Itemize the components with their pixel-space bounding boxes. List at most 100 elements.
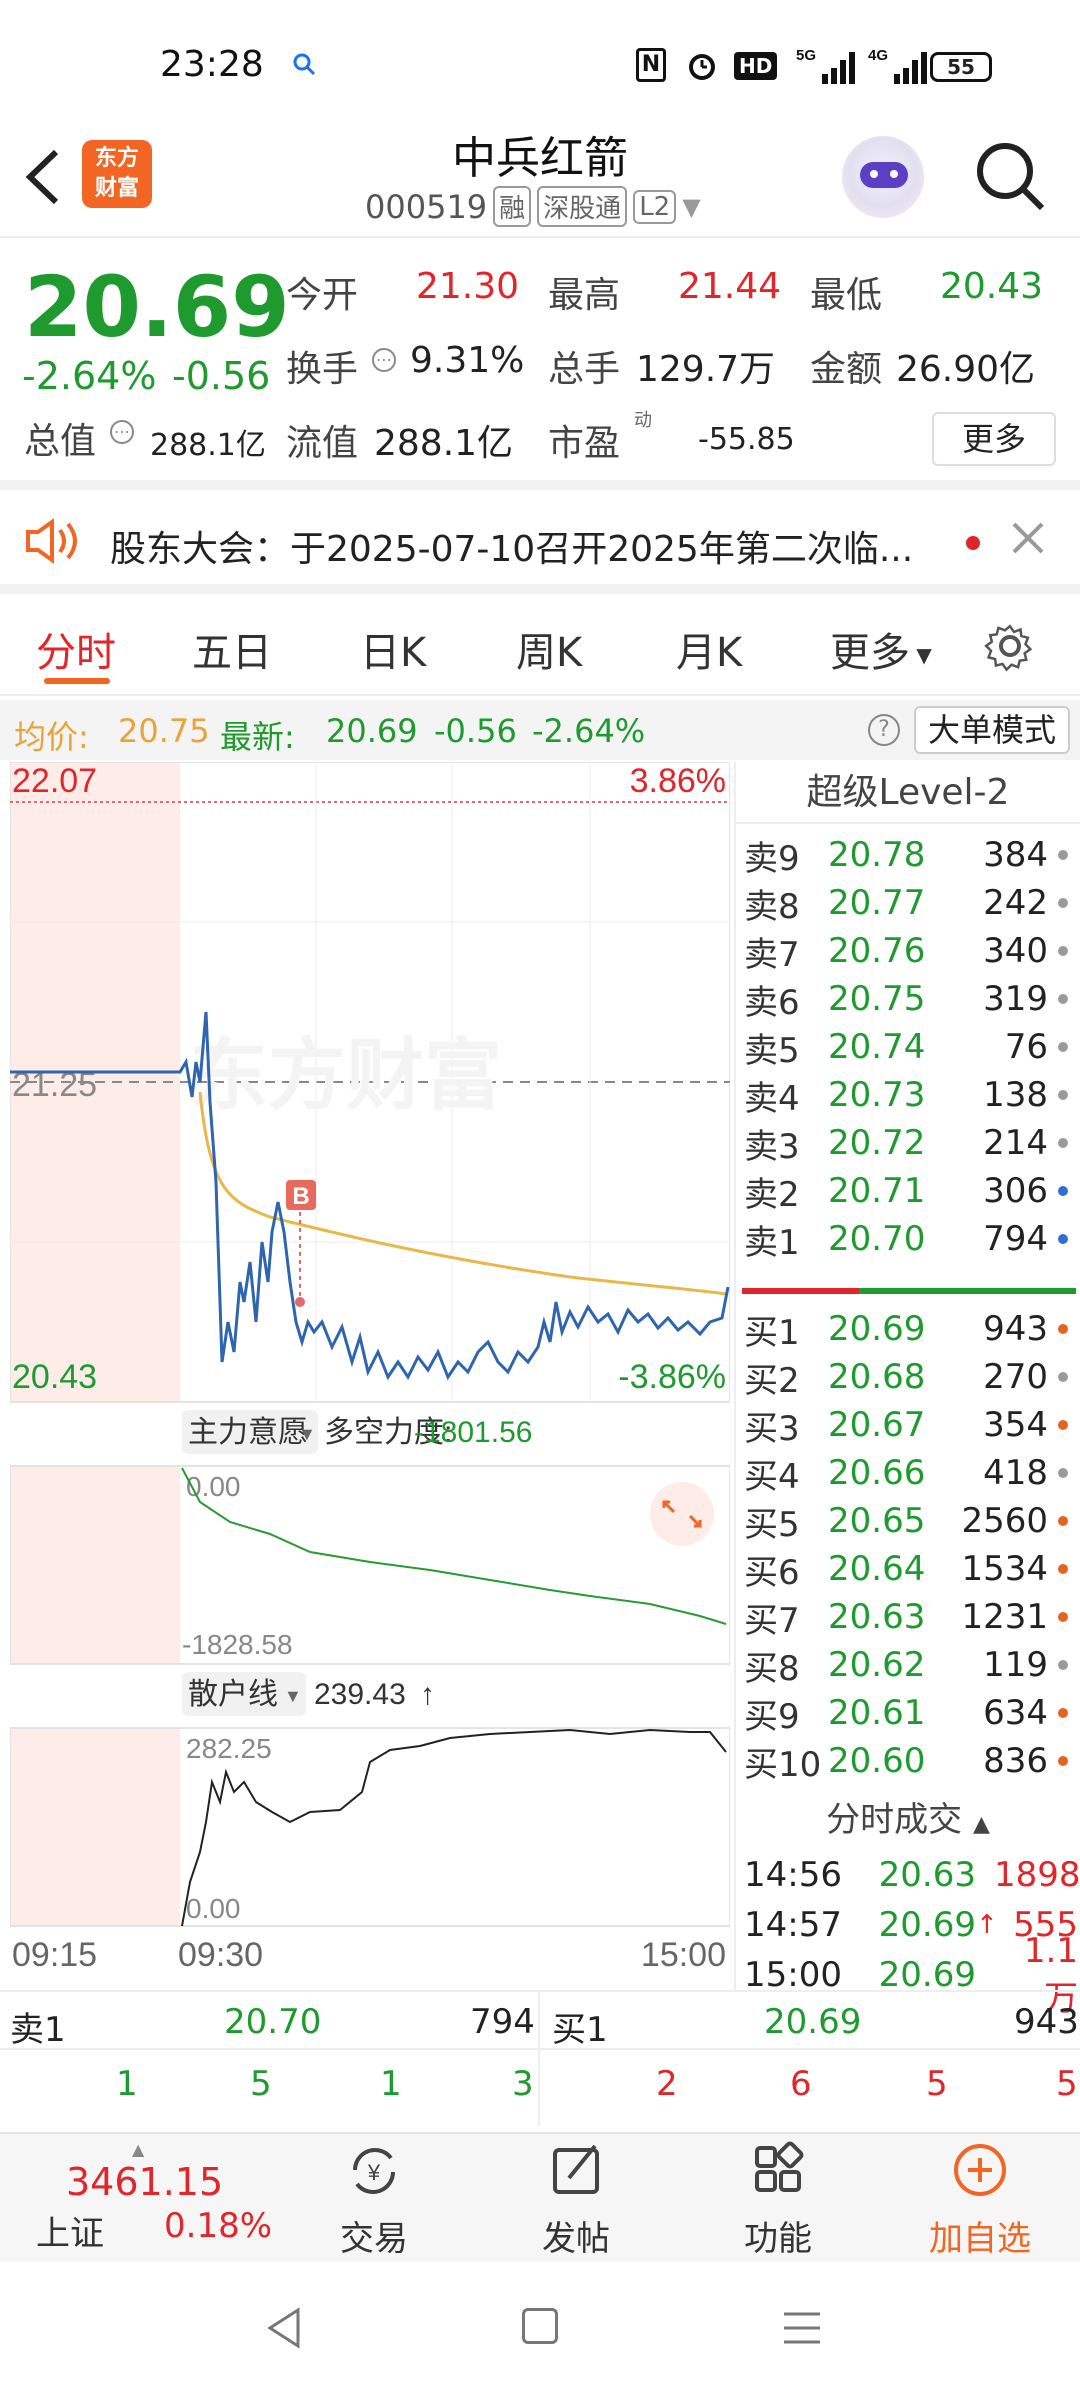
ask-price: 20.73 <box>828 1075 926 1115</box>
orderbook-title[interactable]: 超级Level-2 <box>736 762 1080 824</box>
bid-row[interactable]: 买1 20.69 943 <box>736 1306 1080 1353</box>
ask-volume: 384 <box>983 835 1048 875</box>
4g-signal-icon: 4G <box>868 46 930 90</box>
volume-label: 总手 <box>548 349 621 390</box>
speaker-icon <box>22 516 82 575</box>
ask-row[interactable]: 卖5 20.74 76 <box>736 1024 1080 1071</box>
ask-row[interactable]: 卖7 20.76 340 <box>736 928 1080 975</box>
bid-row[interactable]: 买3 20.67 354 <box>736 1402 1080 1449</box>
buy1-label: 买1 <box>552 2010 608 2050</box>
buy1-volume: 943 <box>1014 2002 1079 2042</box>
bid-price: 20.63 <box>828 1597 926 1637</box>
ask-row[interactable]: 卖8 20.77 242 <box>736 880 1080 927</box>
ticks-header[interactable]: 分时成交 ▲ <box>736 1792 1080 1841</box>
bid-row[interactable]: 买9 20.61 634 <box>736 1690 1080 1737</box>
order-dot-icon <box>1058 1042 1068 1052</box>
best-bid-ask-bar[interactable]: 卖1 20.70 794 买1 20.69 943 1 5 1 3 2 6 5 … <box>0 1990 1080 2126</box>
stock-code-line[interactable]: 000519 融 深股通 L2 ▼ <box>365 186 701 227</box>
last-label: 最新: <box>220 718 295 756</box>
bid-row[interactable]: 买5 20.65 2560 <box>736 1498 1080 1545</box>
sell1-price: 20.70 <box>224 2002 322 2042</box>
expand-button[interactable] <box>650 1482 714 1546</box>
order-book-panel[interactable]: 超级Level-2 卖9 20.78 384 卖8 20.77 242 卖7 20.76 340… <box>734 762 1080 2019</box>
bid-row[interactable]: 买4 20.66 418 <box>736 1450 1080 1497</box>
index-value: 3461.15 <box>66 2160 224 2204</box>
bid-volume: 1534 <box>961 1549 1048 1589</box>
notice-text: 股东大会：于2025-07-10召开2025年第二次临... <box>110 529 914 570</box>
edit-icon <box>553 2144 599 2194</box>
ask-row[interactable]: 卖3 20.72 214 <box>736 1120 1080 1167</box>
nfc-icon: N <box>636 48 666 82</box>
info-icon[interactable]: ⋯ <box>110 420 134 444</box>
tab-monthly-k[interactable]: 月K <box>676 620 742 678</box>
nav-function[interactable]: 功能 <box>708 2140 848 2260</box>
close-icon[interactable] <box>1010 520 1046 565</box>
ask-level: 卖1 <box>744 1222 800 1263</box>
bid-price: 20.66 <box>828 1453 926 1493</box>
buy-count: 5 <box>926 2064 948 2104</box>
tab-more[interactable]: 更多 ▼ <box>830 620 932 678</box>
bid-row[interactable]: 买2 20.68 270 <box>736 1354 1080 1401</box>
help-icon[interactable]: ? <box>868 714 900 746</box>
bid-row[interactable]: 买8 20.62 119 <box>736 1642 1080 1689</box>
bid-level: 买9 <box>744 1696 800 1737</box>
tick-time: 15:00 <box>744 1955 842 1995</box>
more-quote-button[interactable]: 更多 <box>932 412 1056 466</box>
margin-tag: 融 <box>493 186 532 227</box>
intraday-chart[interactable]: 东方财富 22.07 3.86% 21.25 20.43 -3.86% B 主力… <box>9 761 731 1992</box>
bid-price: 20.65 <box>828 1501 926 1541</box>
intraday-info-bar: 均价: 20.75 最新: 20.69 -0.56 -2.64% ? 大单模式 <box>0 700 1080 760</box>
bid-row[interactable]: 买6 20.64 1534 <box>736 1546 1080 1593</box>
order-dot-icon <box>1058 1468 1068 1478</box>
index-widget[interactable]: ▲ 3461.15 上证 0.18% <box>20 2140 280 2258</box>
last-percent: -2.64% <box>532 712 646 750</box>
pe-label: 市盈 <box>548 423 621 464</box>
nav-trade[interactable]: ¥ 交易 <box>304 2140 444 2260</box>
bid-level: 买5 <box>744 1504 800 1545</box>
tick-price: 20.69 <box>878 1905 976 1945</box>
bid-volume: 943 <box>983 1309 1048 1349</box>
hd-icon: HD <box>734 52 778 80</box>
tab-five-day[interactable]: 五日 <box>192 620 272 678</box>
buy-count: 5 <box>1056 2064 1078 2104</box>
ask-row[interactable]: 卖2 20.71 306 <box>736 1168 1080 1215</box>
bottom-pct-label: -3.86% <box>618 1358 726 1396</box>
row-divider <box>0 2048 1080 2050</box>
ask-row[interactable]: 卖1 20.70 794 <box>736 1216 1080 1263</box>
change-amount: -0.56 <box>172 354 271 398</box>
menu-lines-icon[interactable] <box>782 2310 822 2350</box>
bid-row[interactable]: 买7 20.63 1231 <box>736 1594 1080 1641</box>
stock-code: 000519 <box>365 187 488 226</box>
back-triangle-icon[interactable] <box>264 2306 304 2354</box>
tab-weekly-k[interactable]: 周K <box>516 620 582 678</box>
market-cap-label: 总值 <box>24 421 97 462</box>
info-icon[interactable]: ⋯ <box>372 348 396 372</box>
sell-count: 3 <box>512 2064 534 2104</box>
ask-row[interactable]: 卖4 20.73 138 <box>736 1072 1080 1119</box>
ask-price: 20.77 <box>828 883 926 923</box>
open-value: 21.30 <box>416 266 520 307</box>
sell-count: 1 <box>116 2064 138 2104</box>
ask-row[interactable]: 卖9 20.78 384 <box>736 832 1080 879</box>
order-dot-icon <box>1058 994 1068 1004</box>
ask-volume: 306 <box>983 1171 1048 1211</box>
gear-icon[interactable] <box>982 618 1038 678</box>
nav-post[interactable]: 发帖 <box>506 2140 646 2260</box>
high-value: 21.44 <box>678 266 782 307</box>
big-order-mode-button[interactable]: 大单模式 <box>914 706 1070 754</box>
home-square-icon[interactable] <box>522 2308 558 2344</box>
ask-level: 卖4 <box>744 1078 800 1119</box>
indicator1-value: -1801.56 <box>414 1416 532 1449</box>
tab-daily-k[interactable]: 日K <box>360 620 426 678</box>
watermark: 东方财富 <box>190 1031 502 1119</box>
bid-volume: 354 <box>983 1405 1048 1445</box>
ask-row[interactable]: 卖6 20.75 319 <box>736 976 1080 1023</box>
indicator2-value: 239.43 <box>314 1678 406 1711</box>
nav-add-watchlist[interactable]: 加自选 <box>910 2140 1050 2260</box>
bid-row[interactable]: 买10 20.60 836 <box>736 1738 1080 1785</box>
intraday-chart-svg[interactable]: 东方财富 22.07 3.86% 21.25 20.43 -3.86% B 主力… <box>9 761 731 1992</box>
indicator2-name: 散户线 <box>188 1678 278 1711</box>
notice-bar[interactable]: 股东大会：于2025-07-10召开2025年第二次临... <box>0 492 1080 594</box>
tab-intraday[interactable]: 分时 <box>36 620 116 678</box>
search-icon <box>292 52 316 76</box>
